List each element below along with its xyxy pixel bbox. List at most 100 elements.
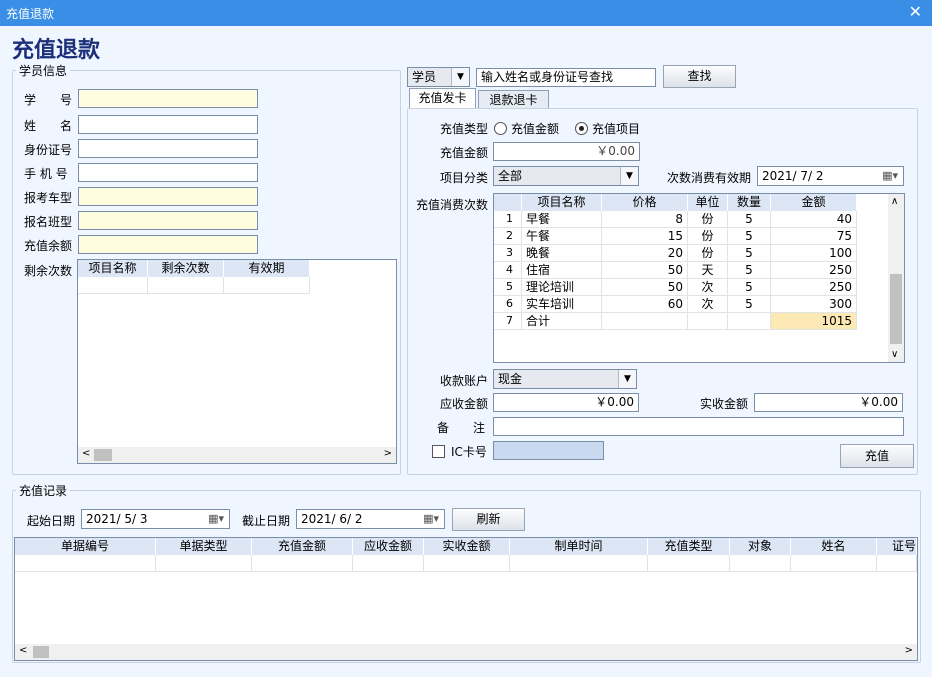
category-select[interactable]: 全部 ▼	[493, 166, 639, 186]
table-cell: 40	[771, 211, 857, 228]
close-icon[interactable]: ✕	[909, 2, 922, 21]
scroll-right-icon[interactable]: >	[905, 645, 913, 656]
table-cell	[156, 555, 252, 572]
col-header[interactable]: 姓名	[791, 538, 877, 555]
recharge-button[interactable]: 充值	[840, 444, 914, 468]
chevron-down-icon[interactable]: ▼	[620, 167, 638, 185]
remaining-table[interactable]: 项目名称 剩余次数 有效期 < >	[77, 259, 397, 464]
amount-field[interactable]: ￥0.00	[493, 142, 640, 161]
col-header[interactable]: 实收金额	[424, 538, 510, 555]
table-cell: 份	[688, 211, 728, 228]
tab-refund[interactable]: 退款退卡	[478, 90, 549, 110]
ic-card-field[interactable]	[493, 441, 604, 460]
chevron-down-icon[interactable]: ▼	[451, 68, 469, 86]
table-cell	[648, 555, 730, 572]
col-header[interactable]: 金额	[771, 194, 857, 211]
horizontal-scrollbar[interactable]: < >	[15, 644, 917, 660]
table-cell: 5	[728, 245, 771, 262]
search-input[interactable]: 输入姓名或身份证号查找	[476, 68, 656, 87]
radio-amount[interactable]	[494, 122, 507, 135]
table-cell: 5	[728, 296, 771, 313]
field-input[interactable]	[78, 89, 258, 108]
field-input[interactable]	[78, 115, 258, 134]
search-type-select[interactable]: 学员 ▼	[407, 67, 470, 87]
field-input[interactable]	[78, 235, 258, 254]
category-value: 全部	[498, 169, 523, 183]
col-header[interactable]: 证号	[877, 538, 917, 555]
times-label: 充值消费次数	[416, 198, 489, 212]
col-header[interactable]: 剩余次数	[148, 260, 224, 277]
field-input[interactable]	[78, 187, 258, 206]
category-label: 项目分类	[440, 171, 489, 185]
calendar-icon[interactable]: ▦▾	[423, 511, 439, 527]
remark-field[interactable]	[493, 417, 904, 436]
col-header[interactable]	[494, 194, 522, 211]
items-table[interactable]: 项目名称 价格 单位 数量 金额 1 早餐 8 份 5 40 2 午餐 15 份 5 75 3 晚餐 20 份 5 100…	[493, 193, 905, 363]
scroll-left-icon[interactable]: <	[19, 645, 27, 656]
table-cell: 250	[771, 279, 857, 296]
col-header[interactable]: 应收金额	[353, 538, 424, 555]
chevron-down-icon[interactable]: ▼	[618, 370, 636, 388]
table-cell	[252, 555, 353, 572]
receivable-field[interactable]: ￥0.00	[493, 393, 639, 412]
ic-card-checkbox[interactable]	[432, 445, 445, 458]
col-header[interactable]: 制单时间	[510, 538, 648, 555]
col-header[interactable]: 有效期	[224, 260, 310, 277]
table-cell: 5	[728, 211, 771, 228]
end-date-value: 2021/ 6/ 2	[301, 512, 363, 526]
scroll-up-icon[interactable]: ∧	[891, 196, 898, 207]
scroll-left-icon[interactable]: <	[82, 448, 90, 459]
calendar-icon[interactable]: ▦▾	[882, 168, 898, 184]
field-input[interactable]	[78, 139, 258, 158]
scroll-right-icon[interactable]: >	[384, 448, 392, 459]
tab-recharge[interactable]: 充值发卡	[409, 88, 476, 109]
start-date-picker[interactable]: 2021/ 5/ 3 ▦▾	[81, 509, 230, 529]
table-cell: 1	[494, 211, 522, 228]
validity-date-picker[interactable]: 2021/ 7/ 2 ▦▾	[757, 166, 904, 186]
field-input[interactable]	[78, 211, 258, 230]
table-cell	[877, 555, 917, 572]
table-cell: 5	[494, 279, 522, 296]
scroll-thumb[interactable]	[94, 449, 112, 461]
col-header[interactable]: 项目名称	[78, 260, 148, 277]
col-header[interactable]: 充值类型	[648, 538, 730, 555]
scroll-down-icon[interactable]: ∨	[891, 349, 898, 360]
col-header[interactable]: 单据类型	[156, 538, 252, 555]
table-cell: 早餐	[522, 211, 602, 228]
field-input[interactable]	[78, 163, 258, 182]
horizontal-scrollbar[interactable]: < >	[78, 447, 396, 463]
col-header[interactable]: 充值金额	[252, 538, 353, 555]
table-cell: 午餐	[522, 228, 602, 245]
col-header[interactable]: 价格	[602, 194, 688, 211]
account-select[interactable]: 现金 ▼	[493, 369, 637, 389]
col-header[interactable]: 项目名称	[522, 194, 602, 211]
field-label: 充值余额	[24, 239, 73, 253]
start-date-label: 起始日期	[27, 514, 76, 528]
radio-item[interactable]	[575, 122, 588, 135]
account-value: 现金	[498, 372, 523, 386]
search-type-value: 学员	[412, 70, 437, 84]
field-label: 报考车型	[24, 191, 73, 205]
table-cell: 7	[494, 313, 522, 330]
vertical-scrollbar[interactable]: ∧ ∨	[888, 194, 904, 362]
table-cell: 次	[688, 279, 728, 296]
field-label: 学 号	[24, 93, 73, 107]
table-cell	[78, 277, 148, 294]
table-cell: 天	[688, 262, 728, 279]
scroll-thumb[interactable]	[33, 646, 49, 658]
radio-item-label: 充值项目	[592, 122, 641, 136]
table-cell: 300	[771, 296, 857, 313]
col-header[interactable]: 对象	[730, 538, 791, 555]
col-header[interactable]: 单位	[688, 194, 728, 211]
col-header[interactable]: 数量	[728, 194, 771, 211]
refresh-button[interactable]: 刷新	[452, 508, 525, 531]
search-button[interactable]: 查找	[663, 65, 736, 88]
records-table[interactable]: 单据编号 单据类型 充值金额 应收金额 实收金额 制单时间 充值类型 对象 姓名 证号 < >	[14, 537, 918, 661]
col-header[interactable]: 单据编号	[15, 538, 156, 555]
calendar-icon[interactable]: ▦▾	[208, 511, 224, 527]
end-date-picker[interactable]: 2021/ 6/ 2 ▦▾	[296, 509, 445, 529]
received-field[interactable]: ￥0.00	[754, 393, 903, 412]
remark-label: 备 注	[437, 421, 486, 435]
scroll-thumb[interactable]	[890, 274, 902, 344]
received-label: 实收金额	[700, 397, 749, 411]
